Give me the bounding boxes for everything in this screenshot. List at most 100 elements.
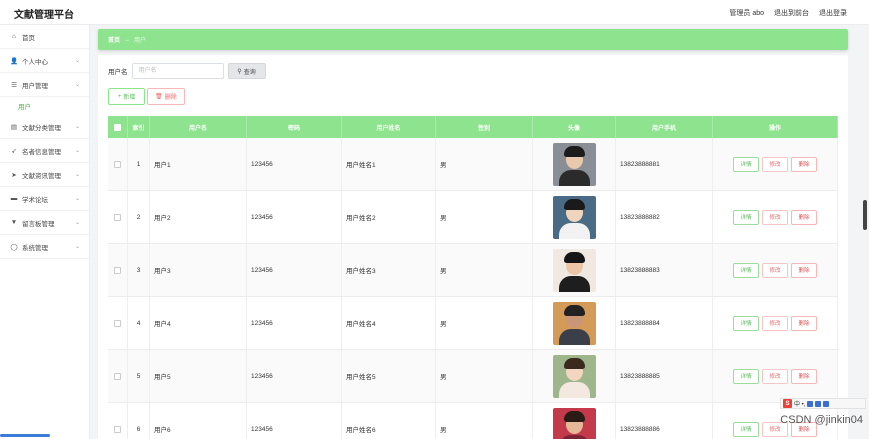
- ime-logo-icon: S: [783, 399, 792, 408]
- sidebar-item-label: 学术论坛: [22, 196, 48, 204]
- batch-delete-button[interactable]: 🗑 删除: [147, 88, 185, 105]
- logout-link[interactable]: 退出登录: [819, 8, 847, 18]
- edit-button[interactable]: 修改: [762, 209, 788, 225]
- table-body: 1 用户1 123456 用户姓名1 男 13823888881 详情 修改 删除 2 用户2 123…: [108, 138, 838, 439]
- edit-button[interactable]: 修改: [762, 156, 788, 172]
- header-password: 密码: [247, 116, 342, 138]
- cell-ops: 详情 修改 删除: [713, 297, 838, 349]
- header-sex: 性别: [436, 116, 533, 138]
- cell-realname: 用户姓名3: [342, 244, 436, 296]
- search-button-label: 查询: [243, 69, 256, 76]
- cell-index: 6: [128, 403, 150, 439]
- sidebar-subitem-users[interactable]: 用户: [0, 97, 89, 115]
- table-row: 6 用户6 123456 用户姓名6 男 13823888886 详情 修改 删除: [108, 403, 838, 439]
- exit-to-frontend-link[interactable]: 退出到前台: [774, 8, 809, 18]
- cell-phone: 13823888885: [616, 350, 713, 402]
- current-user-label: 管理员 abo: [729, 10, 764, 17]
- ime-skin-icon[interactable]: [823, 400, 830, 407]
- detail-button[interactable]: 详情: [733, 156, 759, 172]
- edit-button[interactable]: 修改: [762, 262, 788, 278]
- sidebar-item-label: 文献分类管理: [22, 124, 61, 132]
- cell-avatar: [533, 244, 616, 296]
- sidebar: ⌂ 首页 👤 个人中心 ⌄ ☰ 用户管理 ⌄ 用户 ▤ 文献分类管理 ⌄ ➶ 名者信息管理 ⌄ ➤ 文献资讯管理…: [0, 25, 90, 439]
- cell-index: 1: [128, 138, 150, 190]
- delete-button[interactable]: 删除: [791, 156, 817, 172]
- sidebar-scrollbar[interactable]: [0, 434, 50, 437]
- table-row: 5 用户5 123456 用户姓名5 男 13823888885 详情 修改 删除: [108, 350, 838, 403]
- delete-button[interactable]: 删除: [791, 368, 817, 384]
- cell-avatar: [533, 191, 616, 243]
- chevron-down-icon: ⌄: [74, 58, 80, 64]
- avatar: [552, 248, 596, 292]
- ime-keyboard-icon[interactable]: [815, 400, 822, 407]
- detail-button[interactable]: 详情: [733, 315, 759, 331]
- cell-password: 123456: [247, 297, 342, 349]
- gear-icon: ◯: [10, 243, 18, 251]
- sidebar-item-2[interactable]: ☰ 用户管理 ⌄: [0, 73, 89, 97]
- cell-phone: 13823888884: [616, 297, 713, 349]
- search-button[interactable]: ⚲ 查询: [227, 63, 266, 79]
- breadcrumb: 首页 → 用户: [98, 29, 848, 50]
- delete-button[interactable]: 删除: [791, 209, 817, 225]
- sidebar-item-5[interactable]: ➤ 文献资讯管理 ⌄: [0, 163, 89, 187]
- add-button-label: 新增: [123, 95, 136, 101]
- row-checkbox[interactable]: [114, 266, 121, 274]
- detail-button[interactable]: 详情: [733, 368, 759, 384]
- cell-password: 123456: [247, 191, 342, 243]
- row-checkbox[interactable]: [114, 213, 121, 221]
- select-all-checkbox[interactable]: [114, 123, 121, 131]
- sidebar-item-8[interactable]: ◯ 系统管理 ⌄: [0, 235, 89, 259]
- sidebar-item-label: 名者信息管理: [22, 148, 61, 156]
- delete-button[interactable]: 删除: [791, 315, 817, 331]
- breadcrumb-home[interactable]: 首页: [108, 35, 120, 44]
- delete-button[interactable]: 删除: [791, 262, 817, 278]
- cell-username: 用户1: [150, 138, 247, 190]
- user-icon: 👤: [10, 57, 19, 65]
- sidebar-item-4[interactable]: ➶ 名者信息管理 ⌄: [0, 139, 89, 163]
- cell-username: 用户5: [150, 350, 247, 402]
- action-row: + 新增 🗑 删除: [108, 88, 185, 105]
- select-all-cell: [108, 116, 128, 138]
- cell-ops: 详情 修改 删除: [713, 138, 838, 190]
- search-icon: ⚲: [237, 68, 242, 75]
- row-select-cell: [108, 138, 128, 190]
- cell-sex: 男: [436, 138, 533, 190]
- cell-index: 5: [128, 350, 150, 402]
- edit-button[interactable]: 修改: [762, 368, 788, 384]
- ime-status: 中 •,: [794, 402, 806, 408]
- sidebar-item-6[interactable]: ▬ 学术论坛 ⌄: [0, 187, 89, 211]
- row-checkbox[interactable]: [114, 425, 121, 433]
- detail-button[interactable]: 详情: [733, 262, 759, 278]
- row-checkbox[interactable]: [114, 319, 121, 327]
- header-ops: 操作: [713, 116, 838, 138]
- cell-avatar: [533, 350, 616, 402]
- row-checkbox[interactable]: [114, 372, 121, 380]
- sidebar-item-label: 文献资讯管理: [22, 172, 61, 180]
- page-scrollbar[interactable]: [863, 200, 867, 230]
- row-checkbox[interactable]: [114, 160, 121, 168]
- detail-button[interactable]: 详情: [733, 421, 759, 437]
- add-button[interactable]: + 新增: [108, 88, 145, 105]
- batch-delete-label: 删除: [164, 95, 177, 101]
- message-icon: ▼: [10, 219, 18, 226]
- cell-avatar: [533, 403, 616, 439]
- sidebar-item-0[interactable]: ⌂ 首页: [0, 25, 89, 49]
- cell-phone: 13823888882: [616, 191, 713, 243]
- chevron-down-icon: ⌄: [74, 148, 80, 154]
- edit-button[interactable]: 修改: [762, 315, 788, 331]
- row-select-cell: [108, 297, 128, 349]
- detail-button[interactable]: 详情: [733, 209, 759, 225]
- sidebar-item-7[interactable]: ▼ 留言板管理 ⌄: [0, 211, 89, 235]
- chevron-down-icon: ⌄: [74, 244, 80, 250]
- cell-avatar: [533, 138, 616, 190]
- ime-settings-icon[interactable]: [807, 400, 814, 407]
- username-search-input[interactable]: [131, 63, 224, 79]
- cell-index: 3: [128, 244, 150, 296]
- sidebar-item-1[interactable]: 👤 个人中心 ⌄: [0, 49, 89, 73]
- sidebar-item-label: 用户管理: [22, 82, 48, 90]
- avatar: [552, 301, 596, 345]
- sidebar-item-3[interactable]: ▤ 文献分类管理 ⌄: [0, 115, 89, 139]
- ime-toolbar: S 中 •,: [780, 398, 866, 409]
- chevron-down-icon: ⌄: [74, 82, 80, 88]
- table-header: 索引 用户名 密码 用户姓名 性别 头像 用户手机 操作: [108, 116, 838, 138]
